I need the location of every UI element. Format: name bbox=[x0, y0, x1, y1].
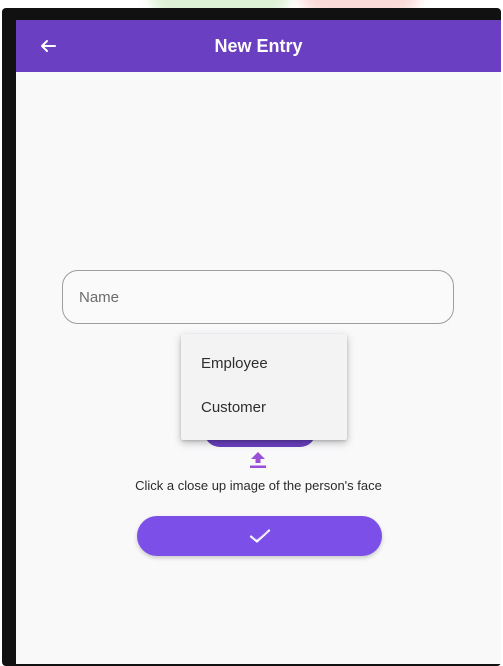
check-icon bbox=[249, 529, 270, 543]
dropdown-option-customer[interactable]: Customer bbox=[181, 386, 347, 430]
arrow-left-icon bbox=[41, 40, 56, 52]
submit-button[interactable] bbox=[137, 516, 382, 556]
page-title: New Entry bbox=[214, 36, 303, 56]
app-screen: New Entry Employee Customer Click a clos… bbox=[16, 20, 501, 664]
name-input[interactable] bbox=[62, 270, 454, 324]
back-button[interactable] bbox=[34, 32, 62, 60]
dropdown-option-employee[interactable]: Employee bbox=[181, 342, 347, 386]
page: New Entry Employee Customer Click a clos… bbox=[0, 0, 503, 666]
app-bar: New Entry bbox=[16, 20, 501, 72]
person-type-dropdown-menu: Employee Customer bbox=[181, 334, 347, 440]
upload-instruction-text: Click a close up image of the person's f… bbox=[135, 478, 382, 493]
upload-arrow-icon[interactable] bbox=[247, 451, 269, 469]
